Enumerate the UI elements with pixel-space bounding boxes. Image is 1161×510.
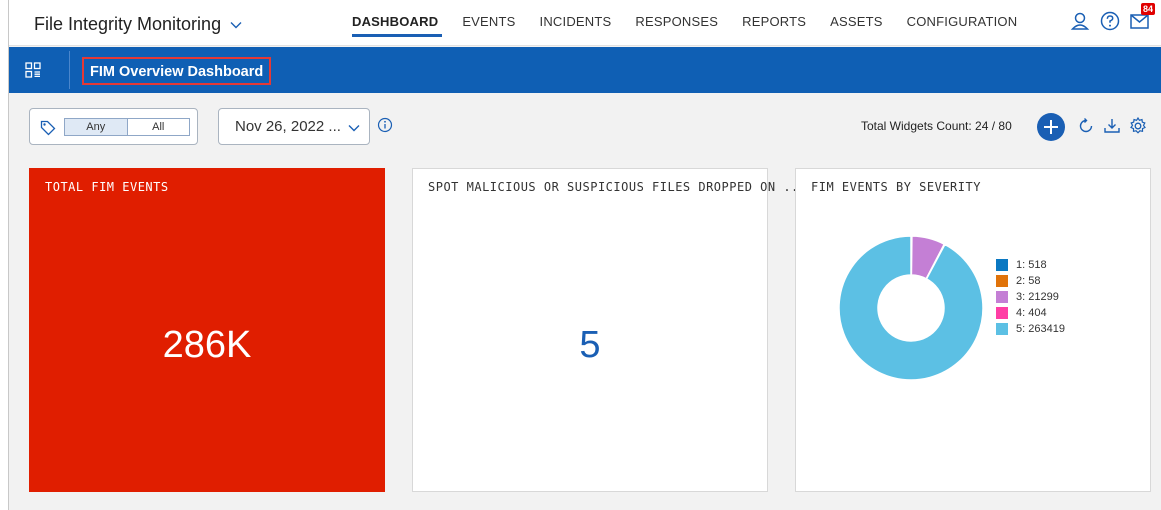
dashboard-header-bar: FIM Overview Dashboard [9,47,1161,93]
legend-item-severity-4[interactable]: 4: 404 [996,305,1065,321]
legend-item-severity-1[interactable]: 1: 518 [996,257,1065,273]
legend-item-severity-5[interactable]: 5: 263419 [996,321,1065,337]
refresh-icon[interactable] [1076,116,1096,136]
widget-malicious-files[interactable]: SPOT MALICIOUS OR SUSPICIOUS FILES DROPP… [412,168,806,492]
tag-filter: Any All [29,108,198,145]
toggle-all[interactable]: All [128,119,190,135]
dashboard-list-icon[interactable] [24,61,42,79]
app-title: File Integrity Monitoring [34,14,222,34]
notification-badge: 84 [1140,3,1155,15]
add-widget-button[interactable] [1037,113,1065,141]
tab-dashboard[interactable]: DASHBOARD [352,14,450,42]
tab-events[interactable]: EVENTS [450,14,527,42]
legend-item-severity-3[interactable]: 3: 21299 [996,289,1065,305]
widget-title: TOTAL FIM EVENTS [45,180,169,194]
legend-item-severity-2[interactable]: 2: 58 [996,273,1065,289]
tab-responses[interactable]: RESPONSES [623,14,730,42]
legend-swatch [996,323,1008,335]
help-icon[interactable] [1099,10,1121,32]
notifications[interactable]: 84 [1129,3,1155,31]
severity-legend: 1: 518 2: 58 3: 21299 4: 404 5: 263419 [996,257,1065,337]
toggle-any[interactable]: Any [65,119,128,135]
dashboard-title[interactable]: FIM Overview Dashboard [82,57,272,85]
legend-label: 5: 263419 [1016,323,1065,335]
legend-swatch [996,259,1008,271]
user-icon[interactable] [1069,10,1091,32]
info-icon[interactable] [377,117,393,133]
widget-total-fim-events[interactable]: TOTAL FIM EVENTS 286K [29,168,385,492]
nav-tabs: DASHBOARD EVENTS INCIDENTS RESPONSES REP… [352,14,1029,42]
total-events-value: 286K [162,324,252,366]
severity-donut-chart [838,235,984,381]
toolbar-icons [1076,116,1148,136]
date-range-value: Nov 26, 2022 ... [235,118,341,135]
date-range-select[interactable]: Nov 26, 2022 ... [218,108,370,145]
widget-title: SPOT MALICIOUS OR SUSPICIOUS FILES DROPP… [428,180,807,194]
legend-label: 4: 404 [1016,307,1047,319]
app-switcher[interactable]: File Integrity Monitoring [34,14,243,35]
tab-configuration[interactable]: CONFIGURATION [895,14,1030,42]
widget-title: FIM EVENTS BY SEVERITY [811,180,981,194]
settings-gear-icon[interactable] [1128,116,1148,136]
legend-swatch [996,291,1008,303]
tab-incidents[interactable]: INCIDENTS [528,14,624,42]
top-icons: 84 [1069,3,1155,32]
legend-swatch [996,307,1008,319]
app-frame: File Integrity Monitoring DASHBOARD EVEN… [8,0,1161,510]
any-all-toggle: Any All [64,118,190,136]
tab-reports[interactable]: REPORTS [730,14,818,42]
legend-label: 3: 21299 [1016,291,1059,303]
chevron-down-icon [348,125,360,132]
legend-label: 1: 518 [1016,259,1047,271]
tab-assets[interactable]: ASSETS [818,14,895,42]
donut-slice-severity-5[interactable] [838,235,984,381]
legend-swatch [996,275,1008,287]
tag-icon[interactable] [40,120,56,136]
header-divider [69,51,70,89]
malicious-files-value: 5 [579,324,601,366]
widget-events-by-severity[interactable]: FIM EVENTS BY SEVERITY 1: 518 2: 58 3: 2… [795,168,1151,492]
chevron-down-icon [230,21,242,28]
top-nav: File Integrity Monitoring DASHBOARD EVEN… [9,0,1161,46]
legend-label: 2: 58 [1016,275,1041,287]
download-icon[interactable] [1102,116,1122,136]
widgets-count: Total Widgets Count: 24 / 80 [861,119,1012,133]
